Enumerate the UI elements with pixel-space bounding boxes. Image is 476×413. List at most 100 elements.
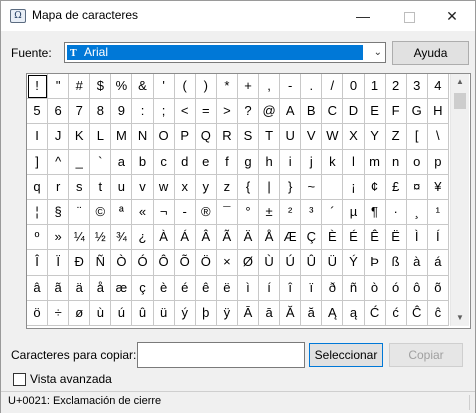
character-cell[interactable]: ć [385, 300, 407, 326]
character-cell[interactable]: & [132, 74, 154, 100]
character-cell[interactable]: ¸ [406, 199, 428, 226]
character-cell[interactable]: b [132, 149, 154, 175]
character-cell[interactable]: G [406, 99, 428, 125]
character-cell[interactable]: ø [69, 300, 91, 326]
character-cell[interactable]: S [237, 124, 260, 150]
character-cell[interactable]: E [364, 99, 386, 125]
character-cell[interactable]: W [322, 124, 344, 150]
character-cell[interactable]: B [301, 99, 323, 125]
character-cell[interactable]: - [174, 199, 196, 226]
character-cell[interactable]: Ĉ [406, 300, 428, 326]
character-cell[interactable]: L [90, 124, 112, 150]
character-cell[interactable]: ô [406, 275, 428, 301]
character-cell[interactable]: Ä [237, 225, 260, 251]
character-cell[interactable]: Ô [153, 250, 175, 276]
character-cell[interactable]: ª [111, 199, 133, 226]
character-cell[interactable]: k [322, 149, 344, 175]
character-cell[interactable]: ÿ [216, 300, 238, 326]
character-cell[interactable]: M [111, 124, 133, 150]
character-cell[interactable]: e [195, 149, 217, 175]
character-cell[interactable]: Þ [364, 250, 386, 276]
character-cell[interactable]: n [385, 149, 407, 175]
character-cell[interactable]: t [90, 174, 112, 200]
character-cell[interactable]: f [216, 149, 238, 175]
character-cell[interactable]: É [343, 225, 365, 251]
character-cell[interactable]: Ê [364, 225, 386, 251]
character-cell[interactable]: z [216, 174, 238, 200]
character-cell[interactable]: / [322, 74, 344, 100]
character-cell[interactable]: - [280, 74, 302, 100]
advanced-view-checkbox[interactable] [13, 373, 26, 386]
character-cell[interactable]: 6 [48, 99, 70, 125]
character-cell[interactable]: ´ [322, 199, 344, 226]
character-cell[interactable]: 4 [427, 74, 449, 100]
character-cell[interactable]: c [153, 149, 175, 175]
character-cell[interactable]: è [153, 275, 175, 301]
character-cell[interactable]: £ [385, 174, 407, 200]
character-cell[interactable]: ü [153, 300, 175, 326]
character-cell[interactable]: þ [195, 300, 217, 326]
character-cell[interactable]: · [385, 199, 407, 226]
character-cell[interactable]: [ [406, 124, 428, 150]
character-cell[interactable]: $ [90, 74, 112, 100]
character-cell[interactable]: À [153, 225, 175, 251]
character-cell[interactable]: ¤ [406, 174, 428, 200]
character-cell[interactable]: N [132, 124, 154, 150]
character-cell[interactable]: u [111, 174, 133, 200]
character-cell[interactable]: Ó [132, 250, 154, 276]
character-cell[interactable]: µ [343, 199, 365, 226]
character-cell[interactable]: ÷ [48, 300, 70, 326]
character-cell[interactable]: ¡ [343, 174, 365, 200]
character-cell[interactable]: Á [174, 225, 196, 251]
character-cell[interactable]: ò [364, 275, 386, 301]
character-cell[interactable]: ù [90, 300, 112, 326]
character-cell[interactable]: > [216, 99, 238, 125]
character-cell[interactable]: Ą [322, 300, 344, 326]
character-cell[interactable]: h [259, 149, 281, 175]
character-cell[interactable]: R [216, 124, 238, 150]
character-cell[interactable]: ¯ [216, 199, 238, 226]
character-cell[interactable]: 3 [406, 74, 428, 100]
character-cell[interactable]: ¢ [364, 174, 386, 200]
character-cell[interactable]: Î [27, 250, 49, 276]
character-cell[interactable]: A [280, 99, 302, 125]
character-cell[interactable]: õ [427, 275, 449, 301]
character-cell[interactable]: i [280, 149, 302, 175]
character-cell[interactable]: Õ [174, 250, 196, 276]
character-cell[interactable]: o [406, 149, 428, 175]
character-cell[interactable]: H [427, 99, 449, 125]
character-cell[interactable]: 1 [364, 74, 386, 100]
character-cell[interactable]: ā [259, 300, 281, 326]
character-cell[interactable]: Ï [48, 250, 70, 276]
character-cell[interactable]: « [132, 199, 154, 226]
character-cell[interactable]: Ý [343, 250, 365, 276]
character-cell[interactable]: P [174, 124, 196, 150]
character-cell[interactable]: % [111, 74, 133, 100]
character-cell[interactable]: ç [132, 275, 154, 301]
character-cell[interactable]: Ú [280, 250, 302, 276]
character-cell[interactable]: Ë [385, 225, 407, 251]
scroll-up-arrow-icon[interactable]: ▲ [451, 74, 469, 90]
character-cell[interactable]: = [195, 99, 217, 125]
chevron-down-icon[interactable]: ⌄ [374, 45, 382, 60]
character-cell[interactable]: ' [153, 74, 175, 100]
character-cell[interactable]: ì [237, 275, 260, 301]
character-cell[interactable]: _ [69, 149, 91, 175]
character-cell[interactable]: Ø [237, 250, 260, 276]
character-cell[interactable]: Y [364, 124, 386, 150]
character-cell[interactable]: } [280, 174, 302, 200]
character-cell[interactable]: Â [195, 225, 217, 251]
character-cell[interactable]: l [343, 149, 365, 175]
character-cell[interactable]: Û [301, 250, 323, 276]
character-cell[interactable]: ĉ [427, 300, 449, 326]
character-cell[interactable]: ð [322, 275, 344, 301]
character-cell[interactable]: © [90, 199, 112, 226]
character-cell[interactable]: × [216, 250, 238, 276]
character-cell[interactable]: ê [195, 275, 217, 301]
character-cell[interactable]: m [364, 149, 386, 175]
character-cell[interactable]: í [259, 275, 281, 301]
character-cell[interactable]: ¾ [111, 225, 133, 251]
character-cell[interactable]: : [132, 99, 154, 125]
character-cell[interactable]: » [48, 225, 70, 251]
character-cell[interactable]: ¹ [427, 199, 449, 226]
